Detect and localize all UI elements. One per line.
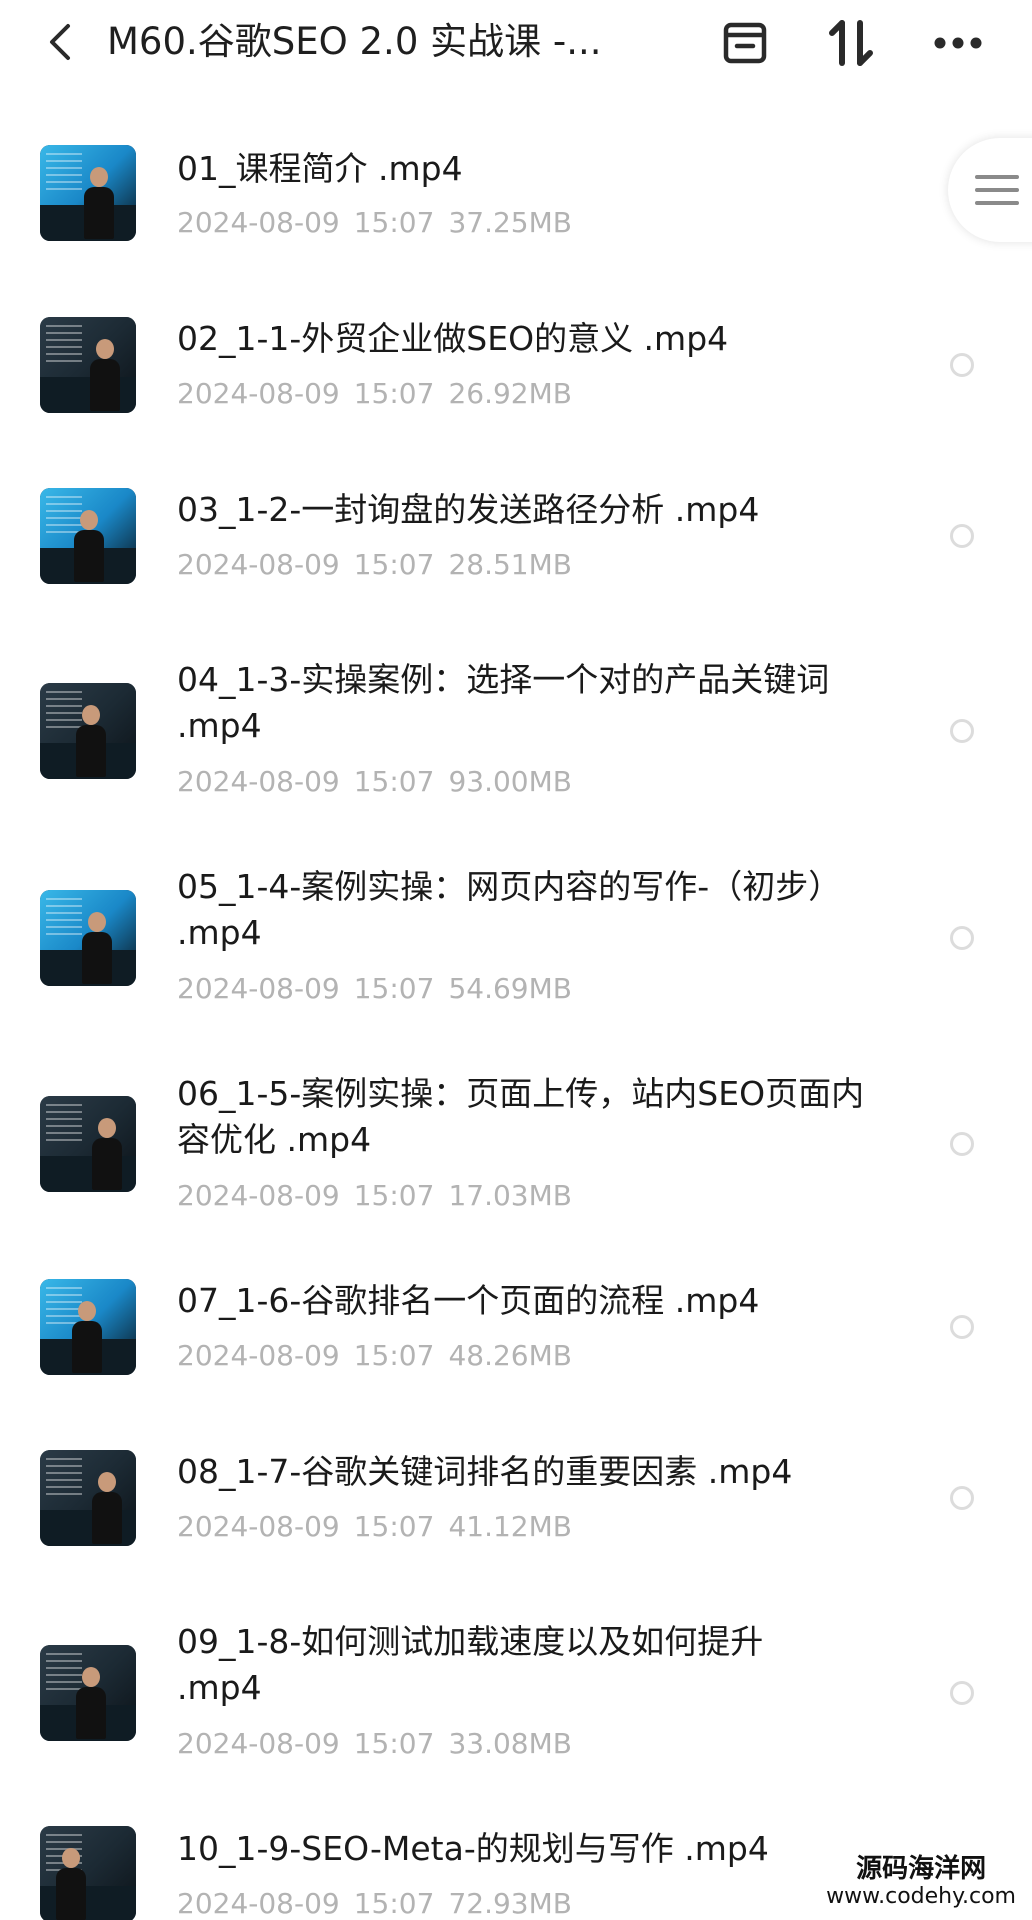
- sort-arrows-icon: [829, 20, 873, 66]
- file-name: 02_1-1-外贸企业做SEO的意义 .mp4: [177, 319, 729, 358]
- select-radio[interactable]: [950, 1315, 974, 1339]
- file-name: 07_1-6-谷歌排名一个页面的流程 .mp4: [177, 1281, 760, 1320]
- video-thumbnail: [40, 317, 136, 413]
- select-radio[interactable]: [950, 1132, 974, 1156]
- more-button[interactable]: [929, 14, 987, 72]
- file-meta: 2024-08-09 15:07 26.92MB: [177, 377, 572, 410]
- file-meta: 2024-08-09 15:07 48.26MB: [177, 1339, 572, 1372]
- file-name: 04_1-3-实操案例：选择一个对的产品关键词 .mp4: [177, 660, 830, 745]
- video-thumbnail: [40, 1096, 136, 1192]
- file-list-screen: M60.谷歌SEO 2.0 实战课 -... 01_课程简介 .mp4 2024…: [0, 0, 1032, 1920]
- video-thumbnail: [40, 1279, 136, 1375]
- video-thumbnail: [40, 1450, 136, 1546]
- video-thumbnail: [40, 488, 136, 584]
- file-name: 10_1-9-SEO-Meta-的规划与写作 .mp4: [177, 1829, 769, 1868]
- top-bar: M60.谷歌SEO 2.0 实战课 -...: [0, 0, 1032, 96]
- watermark: 源码海洋网 www.codehy.com: [820, 1852, 1022, 1912]
- file-name: 05_1-4-案例实操：网页内容的写作-（初步） .mp4: [177, 867, 842, 952]
- file-name: 09_1-8-如何测试加载速度以及如何提升 .mp4: [177, 1622, 764, 1707]
- video-thumbnail: [40, 145, 136, 241]
- page-title: M60.谷歌SEO 2.0 实战课 -...: [107, 20, 602, 63]
- archive-button[interactable]: [716, 14, 774, 72]
- file-meta: 2024-08-09 15:07 28.51MB: [177, 548, 572, 581]
- file-name: 06_1-5-案例实操：页面上传，站内SEO页面内容优化 .mp4: [177, 1074, 865, 1159]
- chevron-left-icon: [50, 24, 70, 60]
- back-button[interactable]: [38, 18, 82, 66]
- select-radio[interactable]: [950, 1681, 974, 1705]
- sort-button[interactable]: [822, 14, 880, 72]
- archive-box-icon: [723, 22, 767, 64]
- file-name: 01_课程简介 .mp4: [177, 149, 463, 188]
- side-menu-tab[interactable]: [948, 138, 1032, 242]
- select-radio[interactable]: [950, 353, 974, 377]
- select-radio[interactable]: [950, 1486, 974, 1510]
- file-meta: 2024-08-09 15:07 41.12MB: [177, 1510, 572, 1543]
- file-meta: 2024-08-09 15:07 37.25MB: [177, 206, 572, 239]
- file-name: 08_1-7-谷歌关键词排名的重要因素 .mp4: [177, 1452, 793, 1491]
- hamburger-menu-icon: [975, 175, 1019, 205]
- select-radio[interactable]: [950, 926, 974, 950]
- file-meta: 2024-08-09 15:07 54.69MB: [177, 972, 572, 1005]
- select-radio[interactable]: [950, 719, 974, 743]
- video-thumbnail: [40, 890, 136, 986]
- file-meta: 2024-08-09 15:07 17.03MB: [177, 1179, 572, 1212]
- file-name: 03_1-2-一封询盘的发送路径分析 .mp4: [177, 490, 760, 529]
- file-meta: 2024-08-09 15:07 33.08MB: [177, 1727, 572, 1760]
- video-thumbnail: [40, 683, 136, 779]
- select-radio[interactable]: [950, 524, 974, 548]
- file-meta: 2024-08-09 15:07 72.93MB: [177, 1887, 572, 1920]
- video-thumbnail: [40, 1645, 136, 1741]
- more-dots-icon: [934, 37, 982, 49]
- video-thumbnail: [40, 1826, 136, 1920]
- file-meta: 2024-08-09 15:07 93.00MB: [177, 765, 572, 798]
